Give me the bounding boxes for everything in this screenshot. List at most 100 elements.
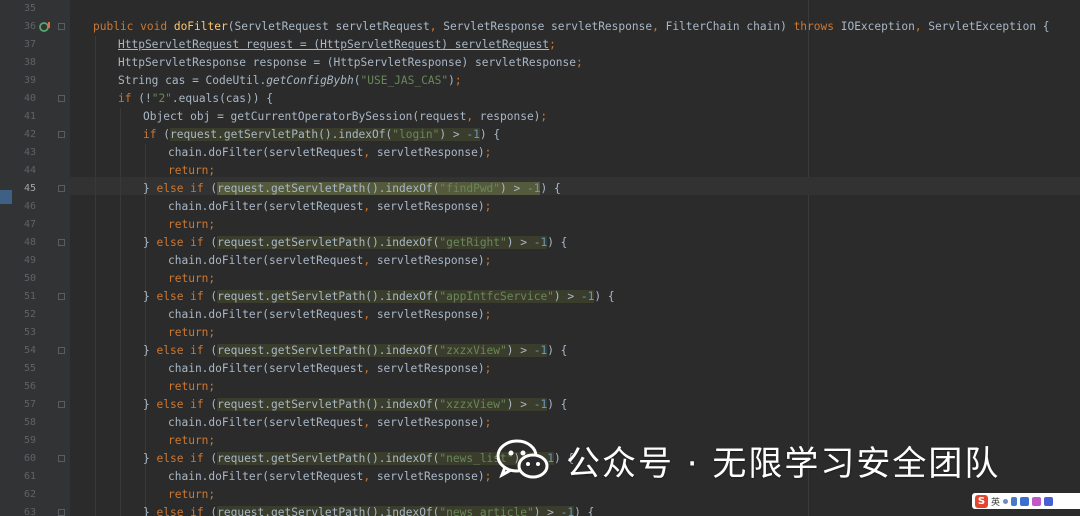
code-line[interactable]: 56 return; bbox=[0, 378, 1080, 396]
code-text[interactable]: chain.doFilter(servletRequest, servletRe… bbox=[168, 144, 491, 162]
line-number[interactable]: 54 bbox=[12, 342, 36, 360]
line-number[interactable]: 53 bbox=[12, 324, 36, 342]
line-number[interactable]: 59 bbox=[12, 432, 36, 450]
code-text[interactable]: } else if (request.getServletPath().inde… bbox=[143, 234, 567, 252]
line-number[interactable]: 51 bbox=[12, 288, 36, 306]
fold-marker-icon[interactable] bbox=[58, 455, 65, 462]
line-number[interactable]: 44 bbox=[12, 162, 36, 180]
code-line[interactable]: 62 return; bbox=[0, 486, 1080, 504]
punctuation-icon[interactable] bbox=[1003, 498, 1009, 504]
code-text[interactable]: chain.doFilter(servletRequest, servletRe… bbox=[168, 198, 491, 216]
code-text[interactable]: } else if (request.getServletPath().inde… bbox=[143, 396, 567, 414]
code-text[interactable]: return; bbox=[168, 324, 215, 342]
code-text[interactable]: } else if (request.getServletPath().inde… bbox=[143, 180, 561, 198]
fold-marker-icon[interactable] bbox=[58, 95, 65, 102]
code-line[interactable]: 55 chain.doFilter(servletRequest, servlet… bbox=[0, 360, 1080, 378]
code-line[interactable]: 49 chain.doFilter(servletRequest, servlet… bbox=[0, 252, 1080, 270]
code-text[interactable]: return; bbox=[168, 162, 215, 180]
code-line[interactable]: 35 bbox=[0, 0, 1080, 18]
line-number[interactable]: 48 bbox=[12, 234, 36, 252]
ime-toolbar[interactable]: S 英 bbox=[972, 493, 1080, 509]
code-line[interactable]: 42 if (request.getServletPath().indexOf("… bbox=[0, 126, 1080, 144]
fold-marker-icon[interactable] bbox=[58, 131, 65, 138]
code-text[interactable]: return; bbox=[168, 270, 215, 288]
code-text[interactable]: if (!"2".equals(cas)) { bbox=[118, 90, 273, 108]
tools-icon[interactable] bbox=[1044, 496, 1054, 506]
code-line[interactable]: 52 chain.doFilter(servletRequest, servlet… bbox=[0, 306, 1080, 324]
code-text[interactable]: public void doFilter(ServletRequest serv… bbox=[93, 18, 1050, 36]
code-line[interactable]: 44 return; bbox=[0, 162, 1080, 180]
line-number[interactable]: 61 bbox=[12, 468, 36, 486]
line-number[interactable]: 41 bbox=[12, 108, 36, 126]
code-text[interactable]: chain.doFilter(servletRequest, servletRe… bbox=[168, 468, 491, 486]
line-number[interactable]: 55 bbox=[12, 360, 36, 378]
code-line[interactable]: 46 chain.doFilter(servletRequest, servlet… bbox=[0, 198, 1080, 216]
line-number[interactable]: 52 bbox=[12, 306, 36, 324]
code-text[interactable]: if (request.getServletPath().indexOf("lo… bbox=[143, 126, 500, 144]
line-number[interactable]: 42 bbox=[12, 126, 36, 144]
code-line[interactable]: 47 return; bbox=[0, 216, 1080, 234]
code-text[interactable]: chain.doFilter(servletRequest, servletRe… bbox=[168, 306, 491, 324]
line-number[interactable]: 50 bbox=[12, 270, 36, 288]
code-line[interactable]: 53 return; bbox=[0, 324, 1080, 342]
line-number[interactable]: 45 bbox=[12, 180, 36, 198]
sogou-logo-icon[interactable]: S bbox=[975, 494, 988, 508]
line-number[interactable]: 46 bbox=[12, 198, 36, 216]
fold-marker-icon[interactable] bbox=[58, 509, 65, 516]
code-text[interactable]: return; bbox=[168, 486, 215, 504]
code-text[interactable]: return; bbox=[168, 378, 215, 396]
fold-marker-icon[interactable] bbox=[58, 239, 65, 246]
line-number[interactable]: 35 bbox=[12, 0, 36, 18]
line-number[interactable]: 62 bbox=[12, 486, 36, 504]
fold-marker-icon[interactable] bbox=[58, 23, 65, 30]
fold-marker-icon[interactable] bbox=[58, 293, 65, 300]
code-line[interactable]: 51 } else if (request.getServletPath().in… bbox=[0, 288, 1080, 306]
code-text[interactable]: chain.doFilter(servletRequest, servletRe… bbox=[168, 414, 491, 432]
code-line[interactable]: 37 HttpServletRequest request = (HttpServ… bbox=[0, 36, 1080, 54]
code-text[interactable]: } else if (request.getServletPath().inde… bbox=[143, 342, 567, 360]
keyboard-icon[interactable] bbox=[1020, 496, 1030, 506]
code-text[interactable]: HttpServletRequest request = (HttpServle… bbox=[118, 36, 556, 54]
code-text[interactable]: chain.doFilter(servletRequest, servletRe… bbox=[168, 360, 491, 378]
line-number[interactable]: 47 bbox=[12, 216, 36, 234]
code-line[interactable]: 43 chain.doFilter(servletRequest, servlet… bbox=[0, 144, 1080, 162]
code-line[interactable]: 39 String cas = CodeUtil.getConfigBybh("U… bbox=[0, 72, 1080, 90]
code-line[interactable]: 48 } else if (request.getServletPath().in… bbox=[0, 234, 1080, 252]
microphone-icon[interactable] bbox=[1011, 496, 1018, 506]
line-number[interactable]: 56 bbox=[12, 378, 36, 396]
line-number[interactable]: 39 bbox=[12, 72, 36, 90]
code-line[interactable]: 63 } else if (request.getServletPath().in… bbox=[0, 504, 1080, 516]
code-text[interactable]: HttpServletResponse response = (HttpServ… bbox=[118, 54, 583, 72]
code-text[interactable]: return; bbox=[168, 432, 215, 450]
code-text[interactable]: Object obj = getCurrentOperatorBySession… bbox=[143, 108, 547, 126]
code-editor[interactable]: 35 36 public void doFilter(ServletRequest … bbox=[0, 0, 1080, 516]
line-number[interactable]: 60 bbox=[12, 450, 36, 468]
code-line[interactable]: 36 public void doFilter(ServletRequest se… bbox=[0, 18, 1080, 36]
line-number[interactable]: 43 bbox=[12, 144, 36, 162]
code-line[interactable]: 57 } else if (request.getServletPath().in… bbox=[0, 396, 1080, 414]
fold-marker-icon[interactable] bbox=[58, 347, 65, 354]
code-line[interactable]: 54 } else if (request.getServletPath().in… bbox=[0, 342, 1080, 360]
code-text[interactable]: } else if (request.getServletPath().inde… bbox=[143, 288, 615, 306]
line-number[interactable]: 38 bbox=[12, 54, 36, 72]
code-text[interactable]: String cas = CodeUtil.getConfigBybh("USE… bbox=[118, 72, 462, 90]
fold-marker-icon[interactable] bbox=[58, 185, 65, 192]
code-line[interactable]: 41 Object obj = getCurrentOperatorBySessi… bbox=[0, 108, 1080, 126]
code-text[interactable]: } else if (request.getServletPath().inde… bbox=[143, 504, 594, 516]
code-text[interactable]: return; bbox=[168, 216, 215, 234]
ime-language-toggle[interactable]: 英 bbox=[991, 495, 1000, 508]
line-number[interactable]: 57 bbox=[12, 396, 36, 414]
code-line[interactable]: 38 HttpServletResponse response = (HttpSe… bbox=[0, 54, 1080, 72]
line-number[interactable]: 36 bbox=[12, 18, 36, 36]
code-line[interactable]: 50 return; bbox=[0, 270, 1080, 288]
line-number[interactable]: 58 bbox=[12, 414, 36, 432]
fold-marker-icon[interactable] bbox=[58, 401, 65, 408]
line-number[interactable]: 63 bbox=[12, 504, 36, 516]
skin-icon[interactable] bbox=[1032, 496, 1042, 506]
line-number[interactable]: 49 bbox=[12, 252, 36, 270]
code-line[interactable]: 45 } else if (request.getServletPath().in… bbox=[0, 180, 1080, 198]
code-line[interactable]: 58 chain.doFilter(servletRequest, servlet… bbox=[0, 414, 1080, 432]
code-text[interactable]: chain.doFilter(servletRequest, servletRe… bbox=[168, 252, 491, 270]
line-number[interactable]: 40 bbox=[12, 90, 36, 108]
override-method-icon[interactable] bbox=[38, 20, 52, 34]
